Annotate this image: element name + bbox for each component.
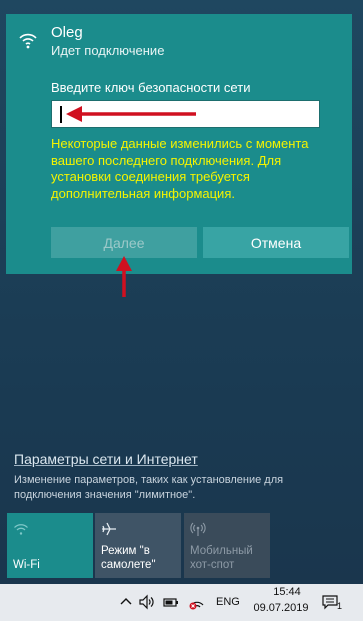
quick-action-wifi[interactable]: Wi-Fi [7,513,93,578]
network-status: Идет подключение [51,43,165,58]
wifi-icon [14,524,28,535]
security-key-input[interactable] [51,100,320,128]
network-settings-link[interactable]: Параметры сети и Интернет [14,451,198,467]
clock-time[interactable]: 15:44 [262,586,312,598]
wifi-signal-icon [19,33,37,49]
text-caret [60,106,62,123]
security-key-label: Введите ключ безопасности сети [51,80,251,95]
network-disconnected-icon[interactable] [188,593,206,611]
warning-message: Некоторые данные изменились с момента ва… [51,136,309,201]
quick-action-label: Wi-Fi [13,559,40,571]
volume-icon[interactable] [138,593,156,611]
network-name: Oleg [51,24,83,41]
input-language-indicator[interactable]: ENG [216,596,240,608]
airplane-icon [102,522,116,536]
hotspot-icon [190,522,206,536]
notification-count: 1 [337,601,343,611]
quick-action-label: Режим "в самолете" [101,545,156,571]
clock-date[interactable]: 09.07.2019 [250,602,312,614]
quick-action-airplane-mode[interactable]: Режим "в самолете" [95,513,181,578]
chevron-up-icon[interactable] [117,593,135,611]
taskbar: ENG 15:44 09.07.2019 1 [0,584,363,621]
quick-action-mobile-hotspot[interactable]: Мобильный хот-спот [184,513,270,578]
network-settings-description: Изменение параметров, таких как установл… [14,474,284,501]
battery-charging-icon[interactable] [162,593,180,611]
cancel-button[interactable]: Отмена [203,227,349,258]
network-flyout: Oleg Идет подключение Введите ключ безоп… [0,0,363,584]
next-button[interactable]: Далее [51,227,197,258]
quick-action-label: Мобильный хот-спот [190,545,253,571]
